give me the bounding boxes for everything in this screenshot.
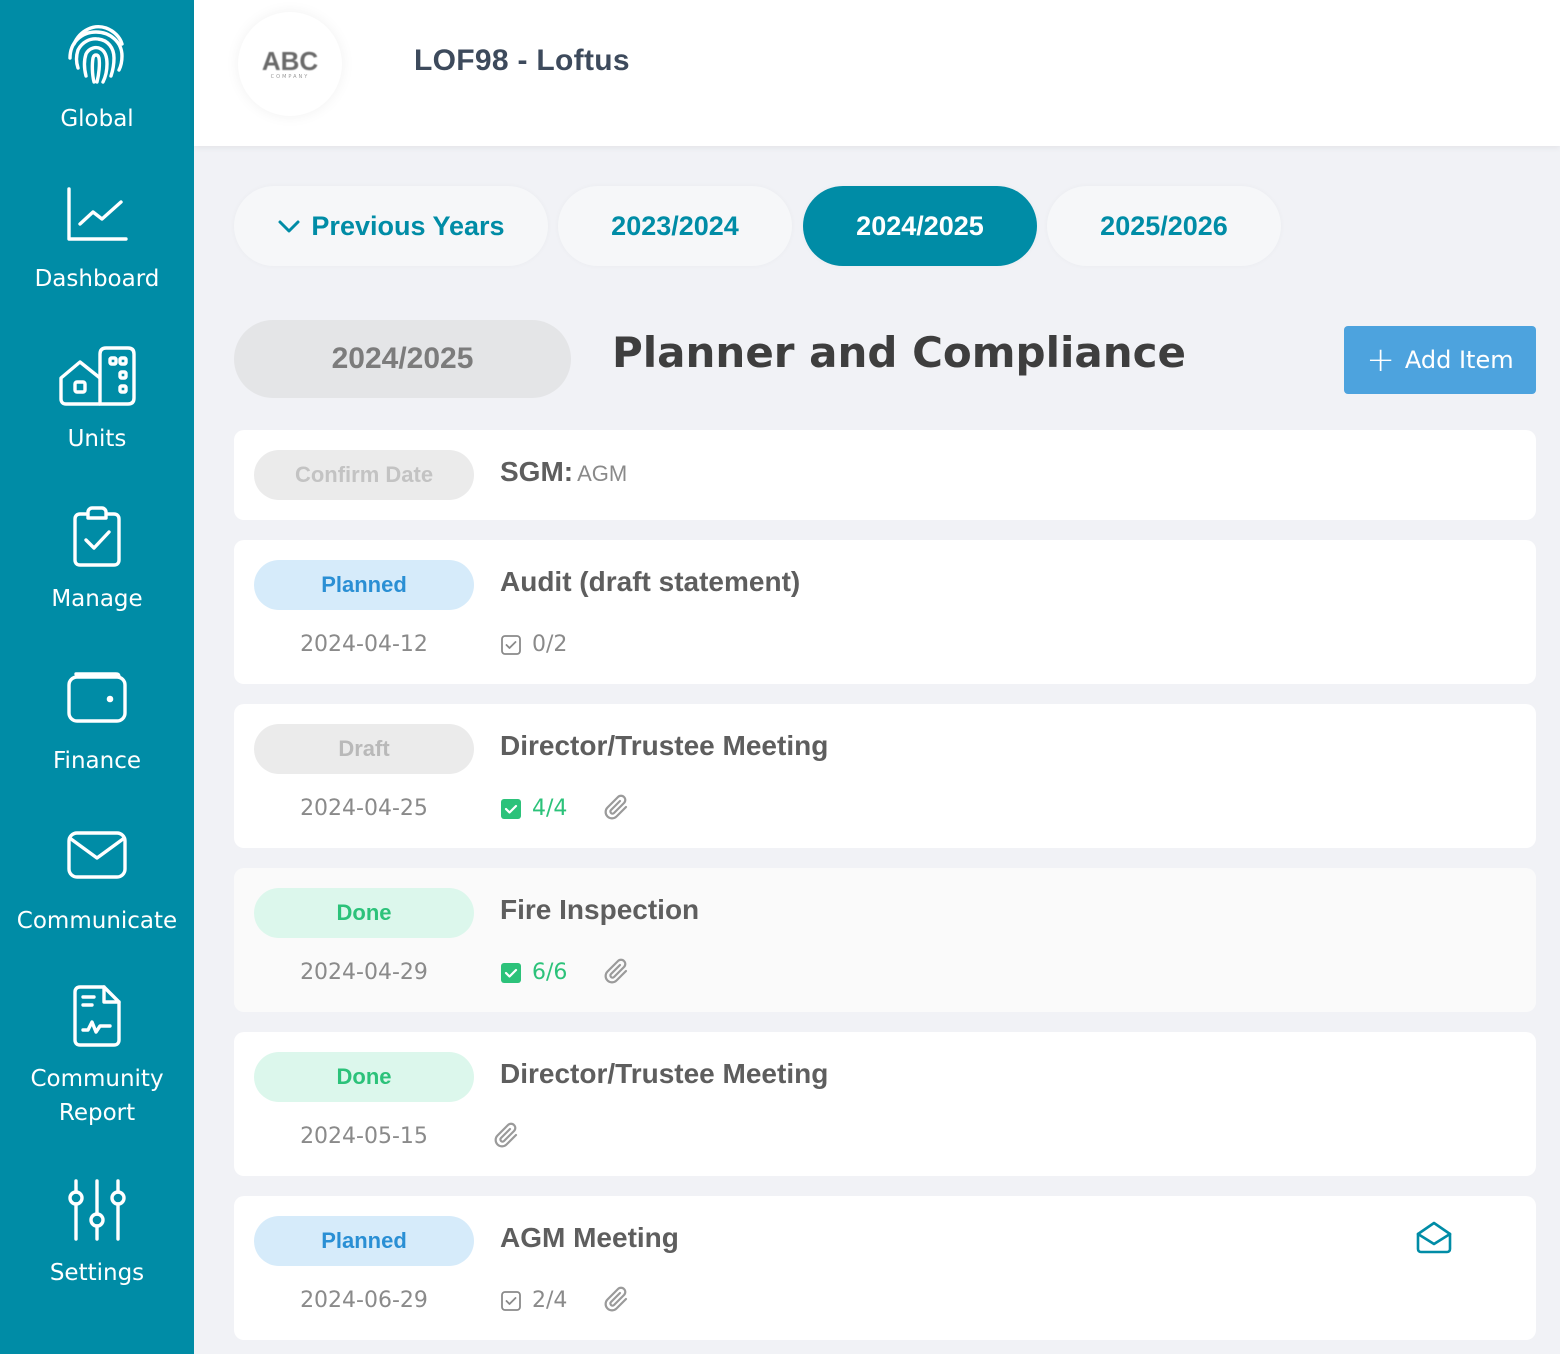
status-badge: Draft [254, 724, 474, 774]
previous-years-dropdown[interactable]: Previous Years [234, 186, 548, 266]
buildings-icon [59, 346, 136, 406]
sidebar: Global Dashboard Units Manage Finance Co… [0, 0, 194, 1354]
item-title: AGM Meeting [500, 1222, 679, 1253]
sidebar-item-communicate[interactable]: Communicate [0, 830, 194, 938]
company-logo[interactable]: ABC COMPANY [238, 12, 342, 116]
item-date: 2024-04-29 [300, 960, 428, 985]
attachment-icon[interactable] [604, 958, 630, 986]
planner-item[interactable]: Done Director/Trustee Meeting 2024-05-15 [234, 1032, 1536, 1176]
status-badge: Done [254, 888, 474, 938]
sidebar-item-label: Community Report [30, 1066, 164, 1126]
item-title: Director/Trustee Meeting [500, 730, 829, 761]
tab-label: 2024/2025 [856, 210, 984, 241]
status-badge: Planned [254, 560, 474, 610]
planner-item[interactable]: Done Fire Inspection 2024-04-29 6/6 [234, 868, 1536, 1012]
item-title: Director/Trustee Meeting [500, 1058, 829, 1089]
envelope-icon [67, 831, 127, 879]
previous-years-label: Previous Years [311, 210, 505, 241]
checkbox-icon [501, 1290, 521, 1311]
sidebar-item-settings[interactable]: Settings [0, 1178, 194, 1290]
attachment-icon[interactable] [604, 794, 630, 822]
task-progress: 2/4 [500, 1288, 567, 1313]
sidebar-item-label: Dashboard [34, 266, 160, 292]
sidebar-item-label: Units [67, 426, 127, 452]
item-subtitle: AGM [577, 461, 628, 486]
item-date: 2024-04-12 [300, 632, 428, 657]
fingerprint-icon [68, 25, 124, 84]
sidebar-item-finance[interactable]: Finance [0, 668, 194, 778]
task-count: 2/4 [532, 1288, 568, 1313]
sidebar-item-dashboard[interactable]: Dashboard [0, 186, 194, 296]
current-year-badge: 2024/2025 [234, 320, 571, 398]
status-badge[interactable]: Confirm Date [254, 450, 474, 500]
tab-label: 2023/2024 [611, 210, 739, 241]
status-badge: Done [254, 1052, 474, 1102]
planner-item[interactable]: Planned AGM Meeting 2024-06-29 2/4 [234, 1196, 1536, 1340]
wallet-icon [67, 672, 127, 723]
plus-icon: + [1366, 340, 1395, 380]
sliders-icon [68, 1179, 126, 1241]
tab-label: 2025/2026 [1100, 210, 1228, 241]
status-badge: Planned [254, 1216, 474, 1266]
checkbox-checked-icon [501, 962, 521, 983]
task-progress: 4/4 [500, 796, 567, 821]
planner-item[interactable]: Draft Director/Trustee Meeting 2024-04-2… [234, 704, 1536, 848]
task-count: 0/2 [532, 632, 568, 657]
checkbox-checked-icon [501, 798, 521, 819]
task-progress: 6/6 [500, 960, 567, 985]
tab-year-2024-2025[interactable]: 2024/2025 [803, 186, 1037, 266]
item-date: 2024-05-15 [300, 1124, 428, 1149]
checkbox-icon [501, 634, 521, 655]
planner-item[interactable]: Confirm Date SGM: AGM [234, 430, 1536, 520]
sidebar-item-manage[interactable]: Manage [0, 504, 194, 616]
page-title: Planner and Compliance [612, 328, 1186, 377]
chevron-down-icon [278, 220, 300, 233]
logo-text: ABC [261, 46, 319, 76]
attachment-icon[interactable] [604, 1286, 630, 1314]
add-item-label: Add Item [1404, 346, 1514, 374]
estate-title: LOF98 - Loftus [414, 44, 630, 77]
envelope-open-icon[interactable] [1416, 1220, 1452, 1254]
tab-year-2023-2024[interactable]: 2023/2024 [558, 186, 792, 266]
document-chart-icon [73, 985, 121, 1047]
sidebar-item-label: Manage [51, 586, 143, 612]
clipboard-check-icon [73, 506, 121, 567]
task-count: 4/4 [532, 796, 568, 821]
sidebar-item-global[interactable]: Global [0, 22, 194, 136]
sidebar-item-label: Finance [53, 748, 141, 774]
sidebar-item-units[interactable]: Units [0, 344, 194, 456]
sidebar-item-label: Settings [49, 1260, 145, 1286]
item-title: Fire Inspection [500, 894, 700, 925]
item-title: SGM: AGM [500, 456, 627, 488]
planner-item[interactable]: Planned Audit (draft statement) 2024-04-… [234, 540, 1536, 684]
item-title: Audit (draft statement) [500, 566, 801, 597]
sidebar-item-community-report[interactable]: Community Report [0, 984, 194, 1130]
item-title-text: SGM: [500, 456, 574, 487]
line-chart-icon [67, 187, 128, 241]
tab-year-2025-2026[interactable]: 2025/2026 [1047, 186, 1281, 266]
sidebar-item-label: Global [60, 106, 134, 132]
item-date: 2024-04-25 [300, 796, 428, 821]
top-header: ABC COMPANY LOF98 - Loftus [194, 0, 1560, 146]
item-date: 2024-06-29 [300, 1288, 428, 1313]
task-progress: 0/2 [500, 632, 567, 657]
add-item-button[interactable]: + Add Item [1344, 326, 1536, 394]
sidebar-item-label: Communicate [16, 908, 178, 934]
task-count: 6/6 [532, 960, 568, 985]
attachment-icon[interactable] [494, 1122, 520, 1150]
